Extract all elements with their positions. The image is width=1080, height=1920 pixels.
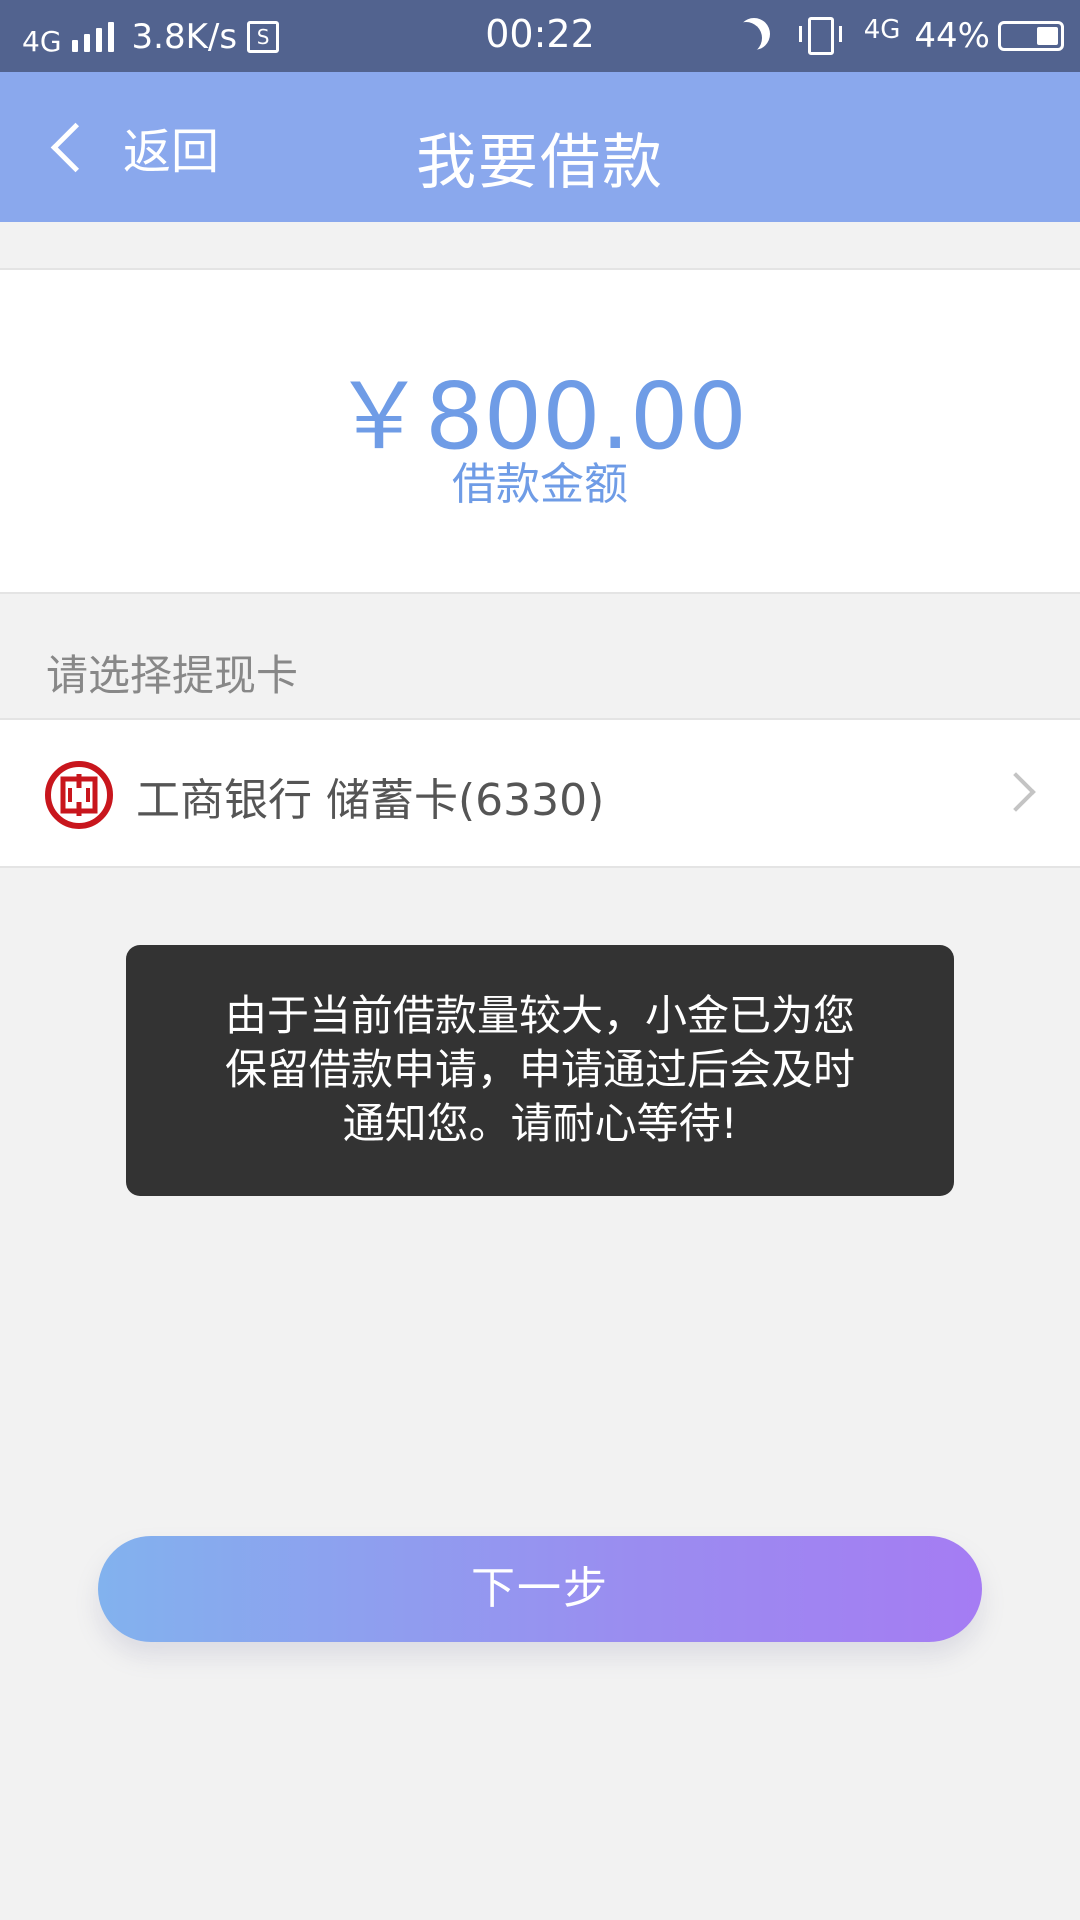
toast-line-2: 保留借款申请，申请通过后会及时 bbox=[224, 1045, 855, 1094]
withdraw-card-section-label: 请选择提现卡 bbox=[46, 651, 299, 700]
toast-line-3: 通知您。请耐心等待! bbox=[342, 1099, 738, 1148]
amount-card: ￥800.00 借款金额 bbox=[0, 268, 1080, 594]
icbc-logo-icon bbox=[45, 761, 113, 829]
battery-percent: 44% bbox=[914, 16, 990, 56]
withdraw-card-selector[interactable]: 工商银行 储蓄卡(6330) bbox=[0, 718, 1080, 868]
page-title: 我要借款 bbox=[416, 128, 664, 198]
chevron-right-icon bbox=[996, 772, 1036, 812]
toast-message: 由于当前借款量较大，小金已为您 保留借款申请，申请通过后会及时 通知您。请耐心等… bbox=[126, 945, 954, 1196]
status-right: 4G 44% bbox=[736, 12, 1064, 60]
next-step-button[interactable]: 下一步 bbox=[98, 1536, 982, 1642]
nav-bar: 返回 我要借款 bbox=[0, 72, 1080, 222]
toast-line-1: 由于当前借款量较大，小金已为您 bbox=[224, 991, 855, 1040]
moon-icon bbox=[730, 22, 762, 54]
vibrate-icon bbox=[798, 17, 842, 55]
loan-amount-label: 借款金额 bbox=[452, 459, 628, 510]
network-type-right: 4G bbox=[863, 15, 901, 45]
status-bar: 4G 3.8K/s S 00:22 4G 44% bbox=[0, 0, 1080, 72]
bank-card-label: 工商银行 储蓄卡(6330) bbox=[136, 775, 605, 826]
battery-icon bbox=[998, 21, 1064, 51]
